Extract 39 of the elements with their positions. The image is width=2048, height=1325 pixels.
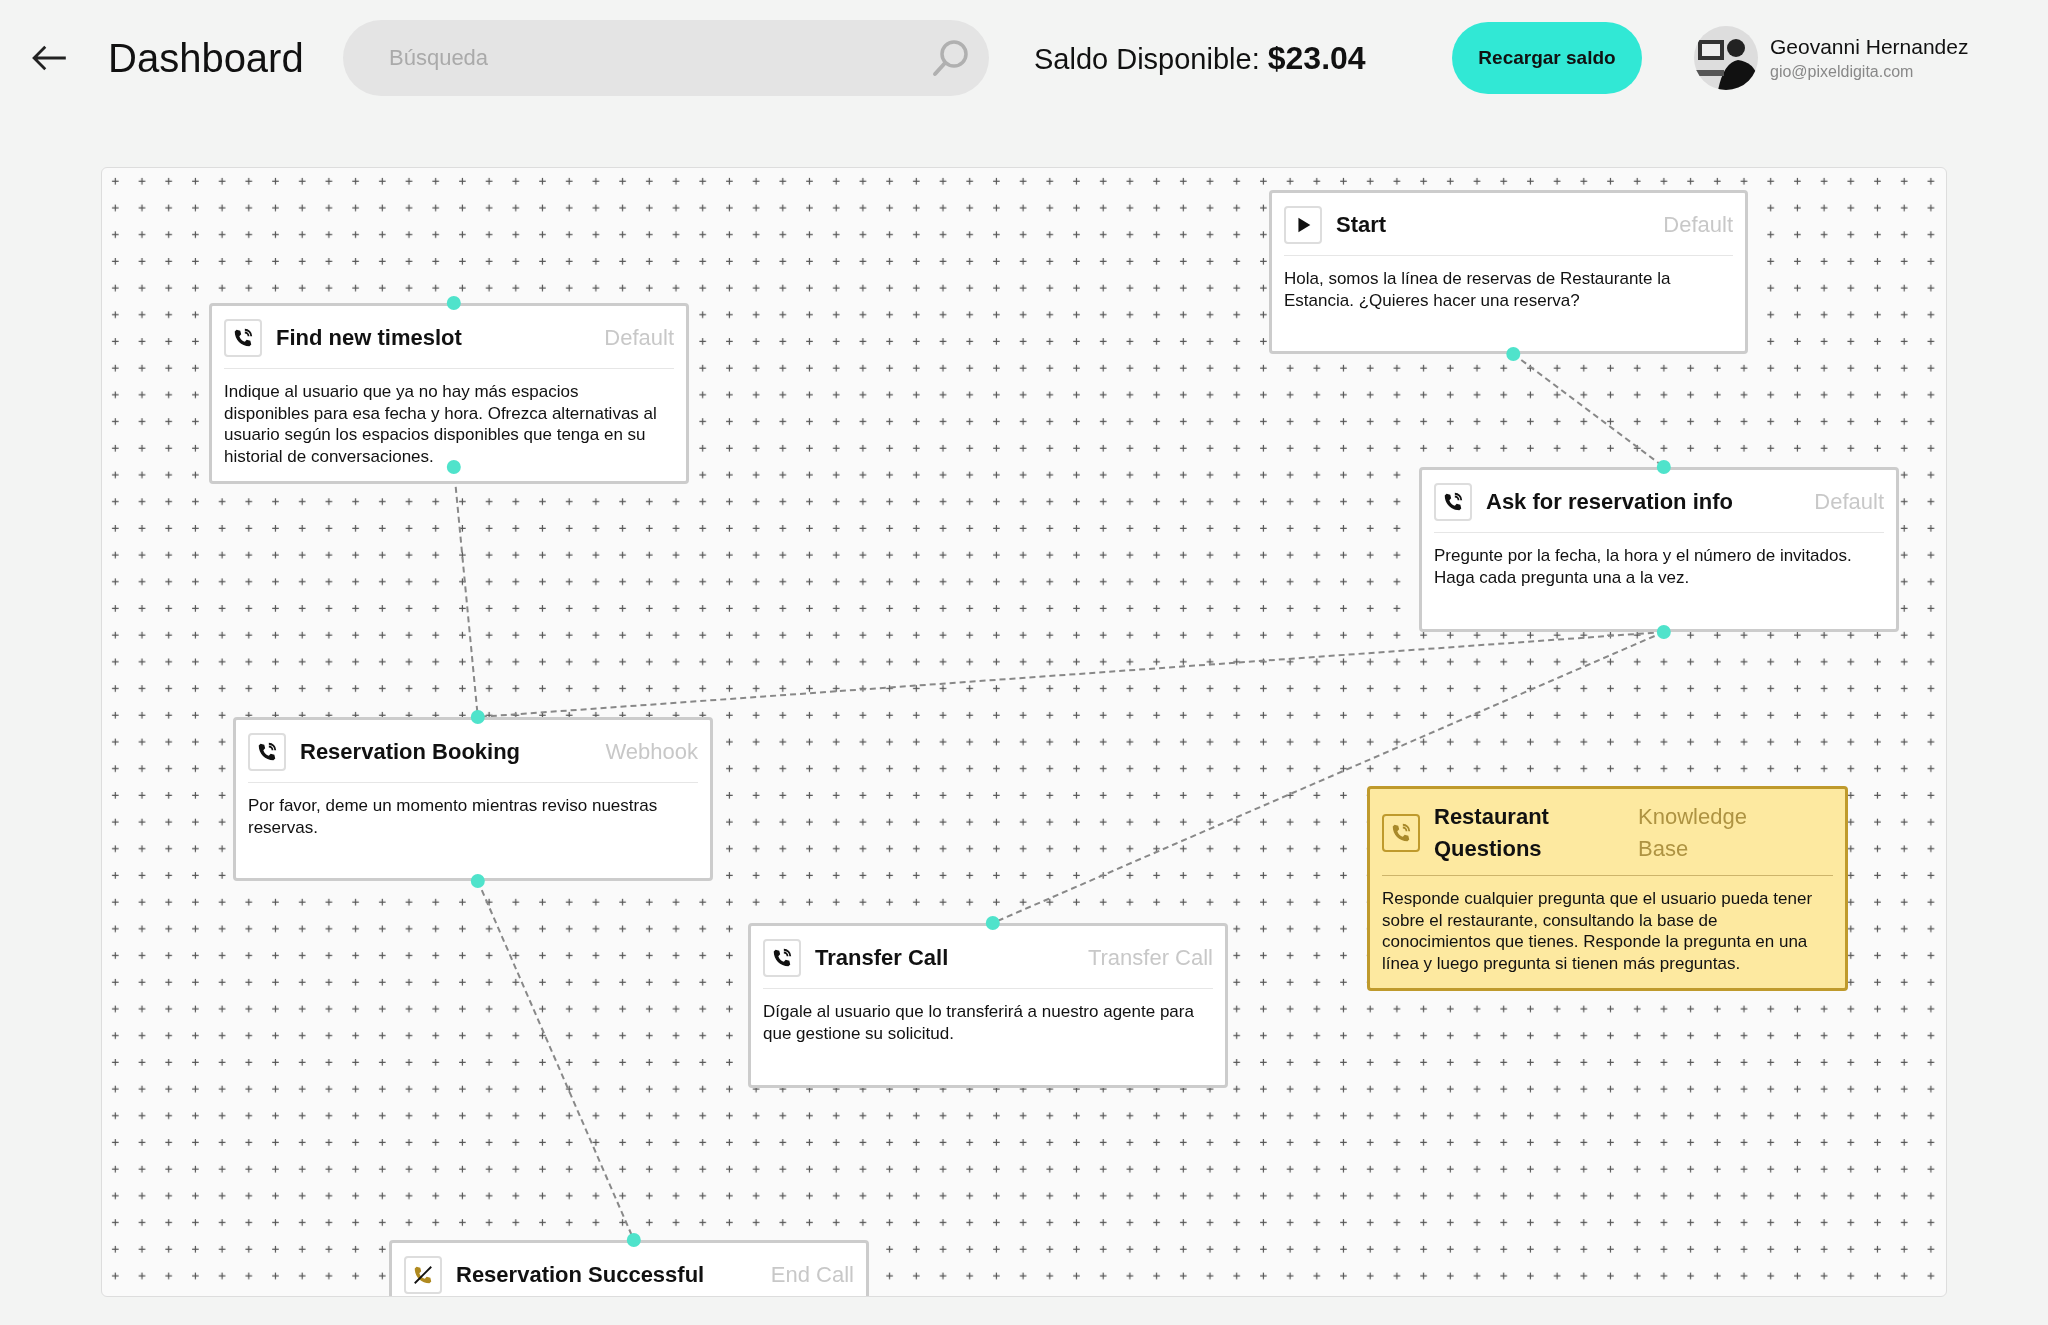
node-type-label: Knowledge Base: [1638, 803, 1748, 863]
node-title: Reservation Successful: [456, 1262, 706, 1288]
node-prompt-text: Indique al usuario que ya no hay más espacios disponibles para esa fecha y hora. Ofrezca alternativas al usuario según los espacios disponibles que tenga en su historial de conversaciones.: [224, 381, 658, 467]
phone-icon: [771, 947, 793, 969]
connector-handle[interactable]: [446, 296, 461, 310]
node-prompt-text: Pregunte por la fecha, la hora y el número de invitados. Haga cada pregunta una a la vez.: [1434, 545, 1853, 588]
node-title: Ask for reservation info: [1486, 489, 1734, 515]
flow-node-card[interactable]: [1367, 786, 1848, 991]
hang-up-icon: [412, 1264, 434, 1286]
node-title: Transfer Call: [815, 945, 950, 971]
node-prompt-text: Responde cualquier pregunta que el usuario pueda tener sobre el restaurante, consultando la base de conocimientos que tienes. Responde la pregunta en una línea y luego pregunta si tienen más preguntas.: [1382, 888, 1814, 974]
phone-icon: [256, 741, 278, 763]
page-title: Dashboard: [108, 35, 303, 81]
connector-handle[interactable]: [470, 874, 485, 888]
user-name: Geovanni Hernandez: [1770, 35, 1969, 59]
connector-handle[interactable]: [1506, 347, 1521, 361]
connector-handle[interactable]: [1656, 625, 1671, 639]
node-title: Reservation Booking: [300, 739, 522, 765]
connector-handle[interactable]: [985, 916, 1000, 930]
phone-icon: [1442, 491, 1464, 513]
connector-handle[interactable]: [446, 460, 461, 474]
connector-handle[interactable]: [626, 1233, 641, 1247]
node-prompt-text: Hola, somos la línea de reservas de Restaurante la Estancia. ¿Quieres hacer una reserva?: [1284, 268, 1672, 311]
node-title: Find new timeslot: [276, 325, 463, 351]
balance-text: Saldo Disponible: $23.04: [1034, 39, 1367, 77]
recharge-button[interactable]: Recargar saldo: [1452, 22, 1642, 94]
node-title: Start: [1336, 212, 1388, 238]
phone-icon: [1390, 822, 1412, 844]
flow-node-card[interactable]: [209, 303, 689, 484]
connector-handle[interactable]: [470, 710, 485, 724]
user-email: gio@pixeldigita.com: [1770, 63, 1915, 81]
search-field[interactable]: Búsqueda: [343, 20, 989, 96]
node-prompt-text: Dígale al usuario que lo transferirá a nuestro agente para que gestione su solicitud.: [763, 1001, 1195, 1044]
search-icon[interactable]: [931, 38, 971, 78]
phone-icon: [232, 327, 254, 349]
back-arrow-icon[interactable]: [30, 44, 68, 72]
node-prompt-text: Por favor, deme un momento mientras reviso nuestras reservas.: [248, 795, 659, 838]
node-title: Restaurant Questions: [1434, 803, 1550, 863]
connector-handle[interactable]: [1656, 460, 1671, 474]
